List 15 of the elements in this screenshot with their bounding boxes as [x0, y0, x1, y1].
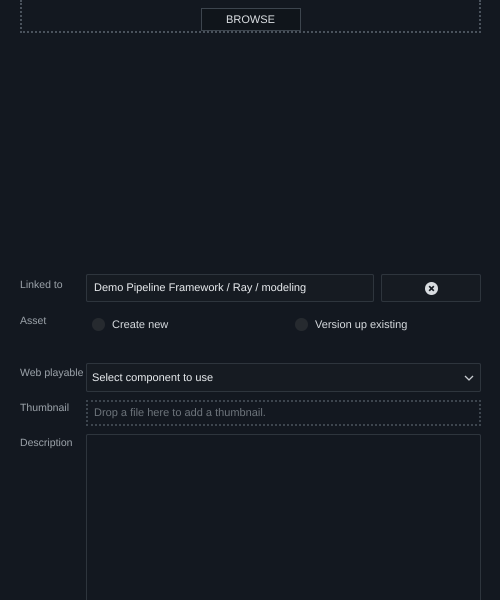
field-label: Description	[20, 436, 74, 451]
clear-button[interactable]	[381, 274, 481, 302]
field-label: Thumbnail	[20, 401, 70, 416]
chevron-down-icon	[464, 374, 474, 380]
field-label: Linked to	[20, 278, 64, 293]
radio-option[interactable]: Create new	[86, 318, 289, 331]
browse-button[interactable]: BROWSE	[200, 8, 300, 31]
close-icon	[424, 282, 438, 294]
description-field[interactable]	[86, 434, 481, 600]
field-label: Web playable	[20, 366, 84, 381]
radio-option[interactable]: Version up existing	[289, 318, 492, 331]
linked-to-field[interactable]: Demo Pipeline Framework / Ray / modeling	[86, 274, 374, 302]
thumbnail-drop-zone[interactable]: Drop a file here to add a thumbnail.	[86, 400, 481, 426]
field-label: Asset	[20, 314, 48, 329]
component-select[interactable]: Select component to use	[86, 363, 481, 392]
